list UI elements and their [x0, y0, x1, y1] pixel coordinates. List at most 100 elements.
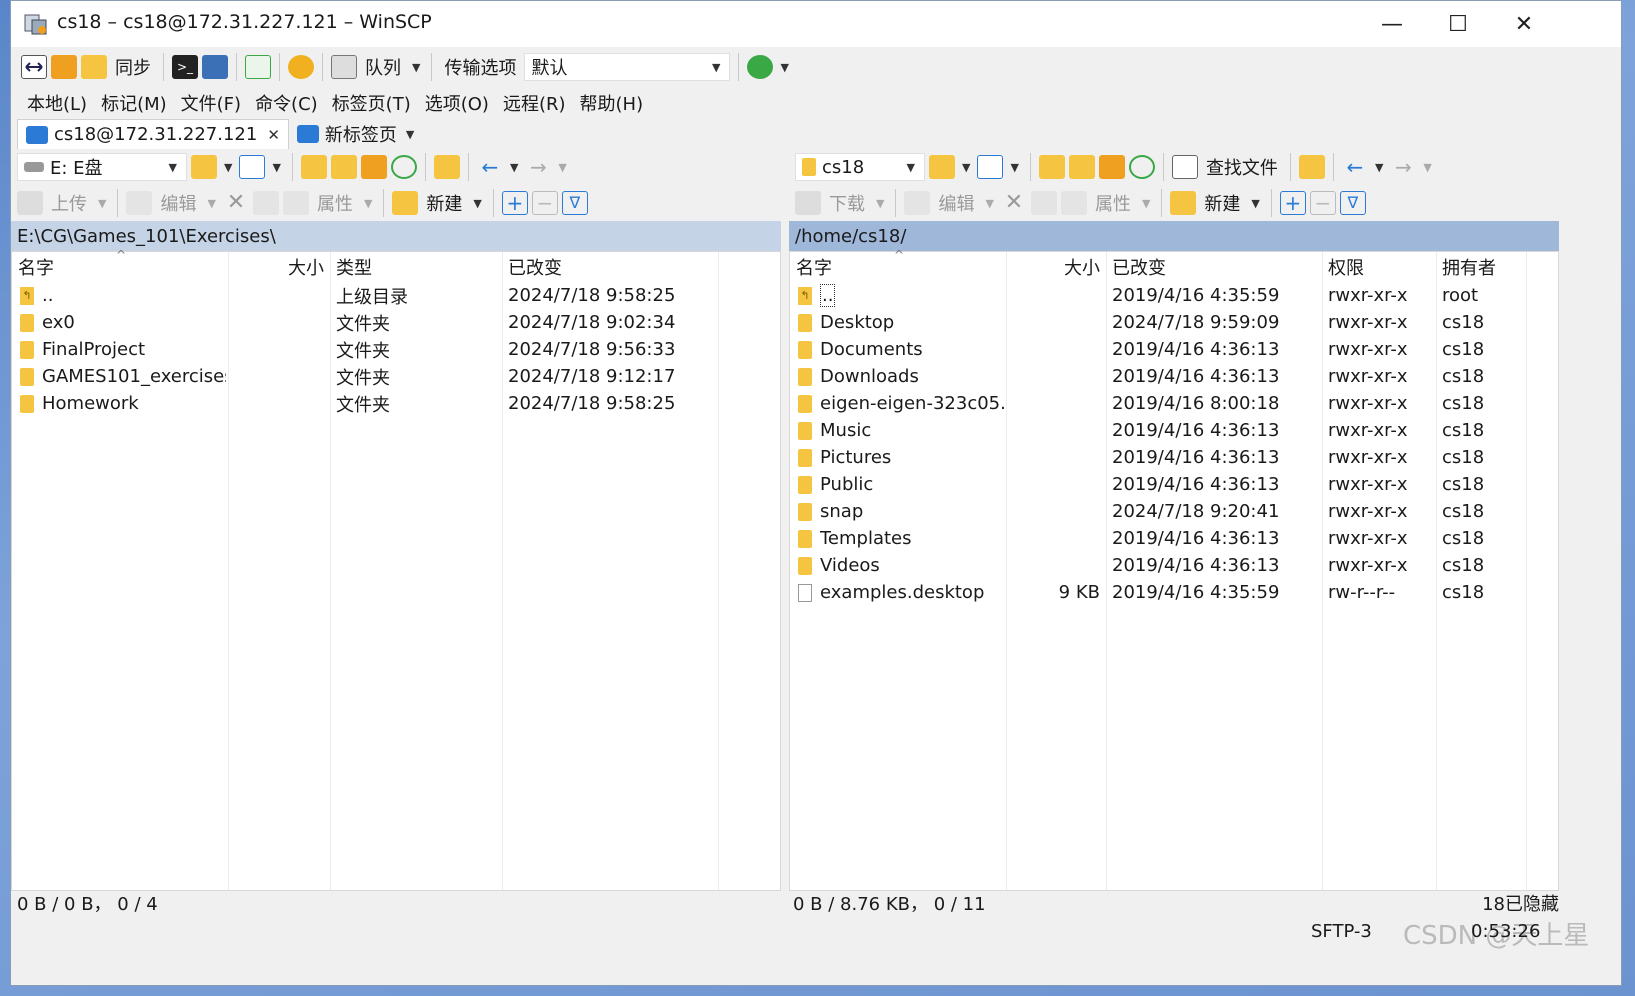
- new-folder-icon[interactable]: [392, 191, 419, 215]
- menu-files[interactable]: 文件(F): [181, 90, 241, 116]
- table-row[interactable]: Videos 2019/4/16 4:36:13 rwxr-xr-x cs18: [790, 552, 1558, 579]
- menu-tabs[interactable]: 标签页(T): [332, 90, 411, 116]
- tree-view-icon[interactable]: [433, 155, 460, 179]
- terminal-icon[interactable]: >_: [172, 55, 198, 79]
- delete-icon[interactable]: ✕: [1001, 191, 1027, 215]
- back-dropdown-icon[interactable]: ▼: [1372, 161, 1386, 174]
- table-row[interactable]: Pictures 2019/4/16 4:36:13 rwxr-xr-x cs1…: [790, 444, 1558, 471]
- table-row[interactable]: eigen-eigen-323c05... 2019/4/16 8:00:18 …: [790, 390, 1558, 417]
- properties-icon[interactable]: [282, 191, 309, 215]
- rename-icon[interactable]: [1030, 191, 1057, 215]
- close-button[interactable]: ✕: [1489, 1, 1559, 47]
- menu-mark[interactable]: 标记(M): [101, 90, 167, 116]
- sync-button[interactable]: 同步: [111, 54, 155, 80]
- new-button[interactable]: 新建: [1200, 190, 1244, 216]
- hidden-files-count[interactable]: 18已隐藏: [1482, 890, 1559, 916]
- transfer-preset-select[interactable]: 默认 ▼: [524, 53, 731, 81]
- properties-button[interactable]: 属性: [1091, 190, 1135, 216]
- refresh-icon[interactable]: [390, 155, 417, 179]
- back-dropdown-icon[interactable]: ▼: [507, 161, 521, 174]
- minimize-button[interactable]: —: [1357, 1, 1427, 47]
- edit-button[interactable]: 编辑: [156, 190, 200, 216]
- new-dropdown-icon[interactable]: ▼: [1248, 197, 1262, 210]
- local-header-size[interactable]: 大小: [228, 252, 330, 282]
- download-dropdown-icon[interactable]: ▼: [873, 197, 887, 210]
- edit-icon[interactable]: [126, 191, 153, 215]
- new-tab-dropdown-icon[interactable]: ▼: [403, 128, 417, 141]
- home-icon[interactable]: [1098, 155, 1125, 179]
- tab-close-icon[interactable]: ✕: [267, 126, 280, 144]
- filter-dropdown-icon[interactable]: ▼: [269, 161, 283, 174]
- table-row[interactable]: Public 2019/4/16 4:36:13 rwxr-xr-x cs18: [790, 471, 1558, 498]
- tab-new[interactable]: 新标签页 ▼: [289, 119, 425, 149]
- menu-commands[interactable]: 命令(C): [255, 90, 318, 116]
- parent-directory-icon[interactable]: [1038, 155, 1065, 179]
- table-row[interactable]: Homework 文件夹 2024/7/18 9:58:25: [12, 390, 780, 417]
- forward-arrow-icon[interactable]: →: [525, 155, 551, 179]
- remote-header-owner[interactable]: 拥有者: [1436, 252, 1526, 282]
- open-directory-dropdown-icon[interactable]: ▼: [221, 161, 235, 174]
- properties-icon[interactable]: [1060, 191, 1087, 215]
- find-files-icon[interactable]: [1171, 155, 1198, 179]
- filter-icon[interactable]: [239, 155, 266, 179]
- upload-icon[interactable]: [17, 191, 43, 215]
- open-directory-icon[interactable]: [929, 155, 955, 179]
- select-plus-icon[interactable]: +: [1279, 191, 1306, 215]
- edit-dropdown-icon[interactable]: ▼: [982, 197, 996, 210]
- local-header-changed[interactable]: 已改变: [502, 252, 718, 282]
- edit-icon[interactable]: [904, 191, 931, 215]
- new-folder-icon[interactable]: [1170, 191, 1197, 215]
- back-arrow-icon[interactable]: ←: [1342, 155, 1368, 179]
- rename-icon[interactable]: [252, 191, 279, 215]
- select-filter-icon[interactable]: ∇: [561, 191, 588, 215]
- table-row[interactable]: Music 2019/4/16 4:36:13 rwxr-xr-x cs18: [790, 417, 1558, 444]
- table-row[interactable]: Documents 2019/4/16 4:36:13 rwxr-xr-x cs…: [790, 336, 1558, 363]
- find-files-button[interactable]: 查找文件: [1202, 154, 1282, 180]
- table-row[interactable]: GAMES101_exercises 文件夹 2024/7/18 9:12:17: [12, 363, 780, 390]
- queue-button[interactable]: 队列: [361, 54, 405, 80]
- remote-header-size[interactable]: 大小: [1006, 252, 1106, 282]
- local-header-type[interactable]: 类型: [330, 252, 502, 282]
- forward-dropdown-icon[interactable]: ▼: [1420, 161, 1434, 174]
- local-drive-select[interactable]: E: E盘 ▼: [17, 153, 187, 181]
- select-plus-icon[interactable]: +: [501, 191, 528, 215]
- session-dropdown-icon[interactable]: ▼: [777, 61, 791, 74]
- home-icon[interactable]: [360, 155, 387, 179]
- filter-dropdown-icon[interactable]: ▼: [1007, 161, 1021, 174]
- table-row[interactable]: Templates 2019/4/16 4:36:13 rwxr-xr-x cs…: [790, 525, 1558, 552]
- queue-dropdown-icon[interactable]: ▼: [409, 61, 423, 74]
- forward-dropdown-icon[interactable]: ▼: [555, 161, 569, 174]
- edit-dropdown-icon[interactable]: ▼: [204, 197, 218, 210]
- refresh-queue-icon[interactable]: [245, 55, 271, 79]
- open-directory-dropdown-icon[interactable]: ▼: [959, 161, 973, 174]
- table-row[interactable]: ex0 文件夹 2024/7/18 9:02:34: [12, 309, 780, 336]
- local-path-bar[interactable]: E:\CG\Games_101\Exercises\: [11, 221, 781, 251]
- remote-header-changed[interactable]: 已改变: [1106, 252, 1322, 282]
- table-row[interactable]: snap 2024/7/18 9:20:41 rwxr-xr-x cs18: [790, 498, 1558, 525]
- preferences-gear-icon[interactable]: [288, 55, 314, 79]
- unselect-minus-icon[interactable]: −: [531, 191, 558, 215]
- download-icon[interactable]: [795, 191, 821, 215]
- parent-directory-icon[interactable]: [300, 155, 327, 179]
- table-row[interactable]: ↰.. 上级目录 2024/7/18 9:58:25: [12, 282, 780, 309]
- root-directory-icon[interactable]: [330, 155, 357, 179]
- properties-dropdown-icon[interactable]: ▼: [1139, 197, 1153, 210]
- remote-header-name[interactable]: 名字 ^: [790, 248, 1006, 282]
- edit-button[interactable]: 编辑: [934, 190, 978, 216]
- local-file-list[interactable]: 名字 ^ 大小 类型 已改变 ↰.. 上级目录 2024/7/18 9:58:25…: [11, 248, 781, 891]
- sync-folder-icon[interactable]: [81, 55, 107, 79]
- queue-icon[interactable]: [331, 55, 357, 79]
- putty-icon[interactable]: [202, 55, 228, 79]
- new-button[interactable]: 新建: [422, 190, 466, 216]
- properties-dropdown-icon[interactable]: ▼: [361, 197, 375, 210]
- upload-button[interactable]: 上传: [47, 190, 91, 216]
- table-row[interactable]: examples.desktop 9 KB 2019/4/16 4:35:59 …: [790, 579, 1558, 606]
- maximize-button[interactable]: ☐: [1423, 1, 1493, 47]
- menu-local[interactable]: 本地(L): [27, 90, 87, 116]
- synchronize-browsing-icon[interactable]: [51, 55, 77, 79]
- compare-directories-icon[interactable]: [21, 55, 47, 79]
- refresh-icon[interactable]: [1128, 155, 1155, 179]
- properties-button[interactable]: 属性: [313, 190, 357, 216]
- back-arrow-icon[interactable]: ←: [477, 155, 503, 179]
- remote-path-bar[interactable]: /home/cs18/: [789, 221, 1559, 251]
